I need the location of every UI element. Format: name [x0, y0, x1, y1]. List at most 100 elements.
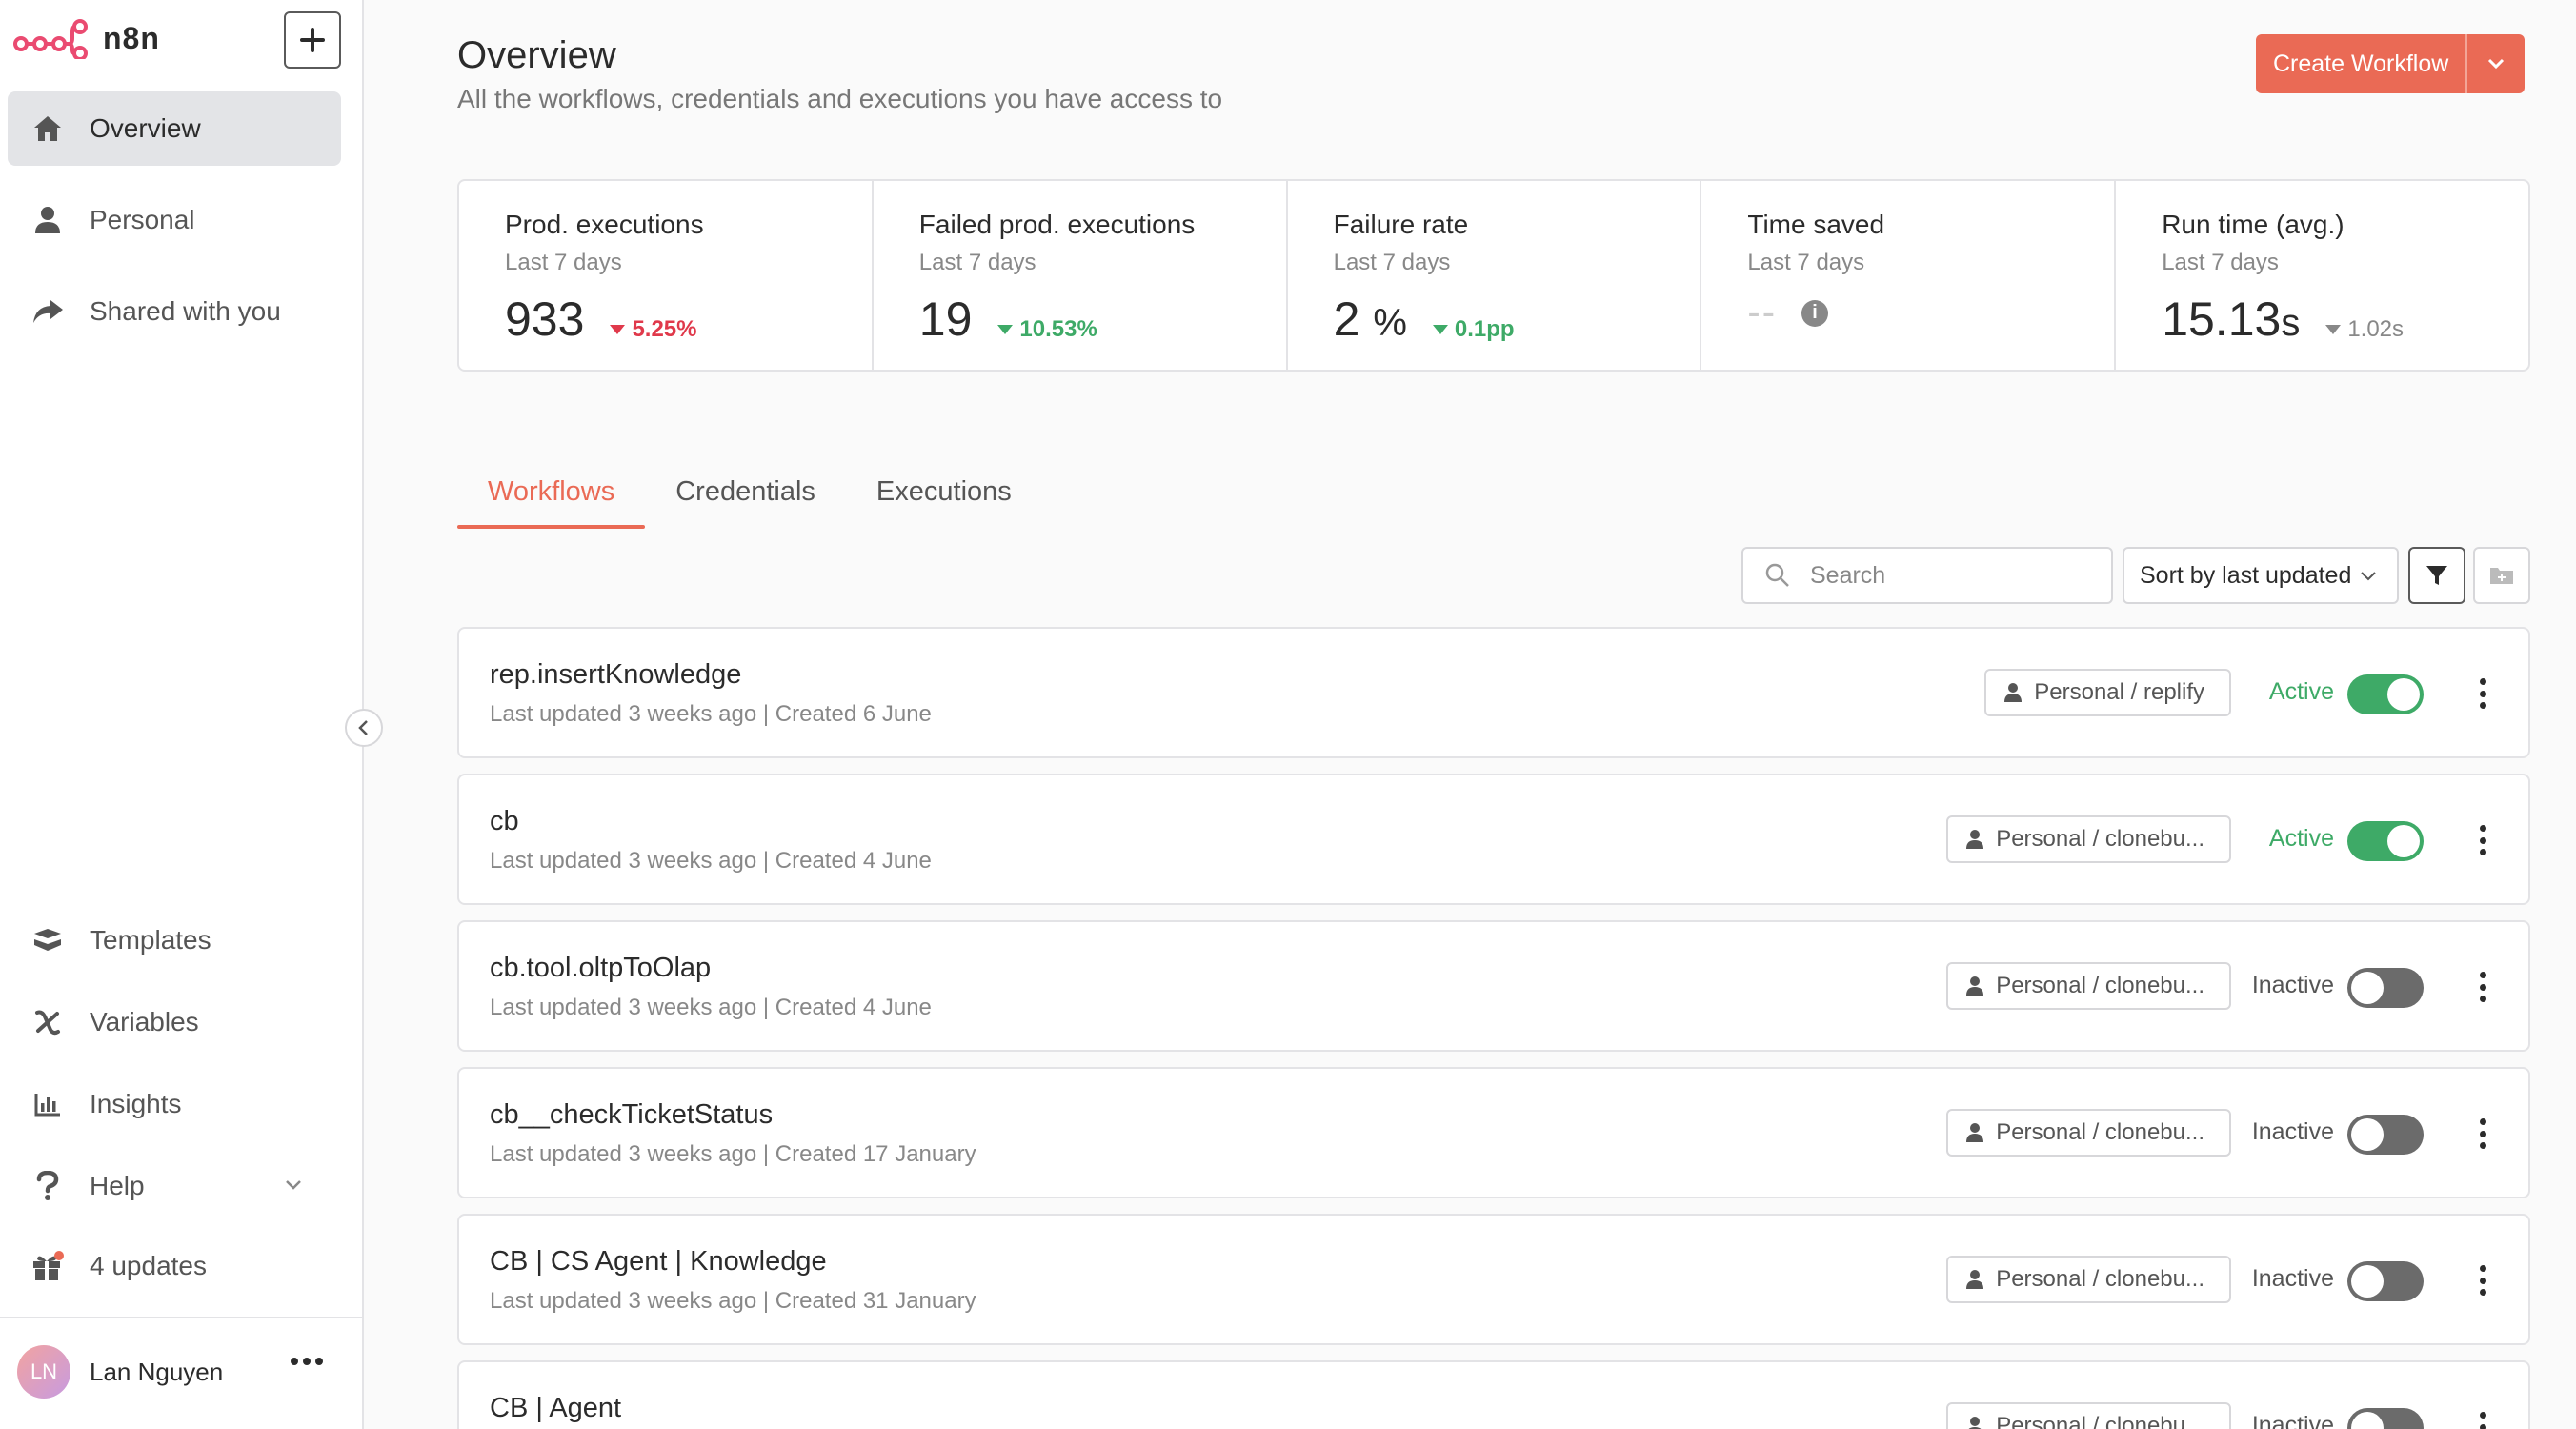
chevron-down-icon [2488, 58, 2505, 70]
variables-icon [29, 1003, 67, 1041]
sidebar-item-label: Templates [90, 925, 211, 955]
more-vertical-icon[interactable] [2473, 676, 2492, 711]
sidebar-item-variables[interactable]: Variables [8, 993, 341, 1052]
gift-icon [29, 1247, 67, 1285]
workflow-card[interactable]: cb Last updated 3 weeks ago | Created 4 J… [457, 774, 2530, 905]
active-toggle[interactable] [2347, 1115, 2424, 1155]
more-horizontal-icon[interactable] [290, 1357, 324, 1366]
user-name: Lan Nguyen [90, 1357, 224, 1386]
workflow-name[interactable]: cb.tool.oltpToOlap [490, 953, 711, 984]
sidebar-item-label: 4 updates [90, 1251, 207, 1280]
stat-title: Run time (avg.) [2162, 210, 2345, 239]
help-icon [29, 1167, 67, 1205]
workflow-card[interactable]: CB | Agent Personal / clonebu... Inactive [457, 1360, 2530, 1429]
triangle-down-icon [1432, 325, 1448, 334]
stat-delta: 5.25% [609, 316, 697, 343]
sidebar-item-updates[interactable]: 4 updates [8, 1237, 341, 1296]
more-vertical-icon[interactable] [2473, 1410, 2492, 1429]
stat-value: 19 [918, 292, 973, 346]
create-workflow-button[interactable]: Create Workflow [2256, 34, 2468, 93]
workflow-card[interactable]: cb.tool.oltpToOlap Last updated 3 weeks a… [457, 920, 2530, 1052]
search-input[interactable] [1810, 561, 2096, 590]
create-workflow-button-group: Create Workflow [2256, 34, 2526, 93]
search-icon [1765, 563, 1789, 587]
create-dropdown-button[interactable] [2467, 34, 2525, 93]
workflow-card[interactable]: CB | CS Agent | Knowledge Last updated 3 … [457, 1214, 2530, 1345]
stat-title: Prod. executions [505, 210, 704, 239]
sidebar-item-help[interactable]: Help [8, 1157, 341, 1216]
active-toggle[interactable] [2347, 674, 2424, 714]
workflow-name[interactable]: rep.insertKnowledge [490, 659, 741, 691]
sort-label: Sort by last updated [2140, 561, 2352, 589]
workflow-meta: Last updated 3 weeks ago | Created 4 Jun… [490, 995, 932, 1020]
sidebar-item-label: Shared with you [90, 296, 281, 326]
owner-label: Personal / clonebu... [1996, 973, 2204, 998]
stat-delta-value: 0.1pp [1454, 316, 1515, 342]
tab-executions[interactable]: Executions [846, 467, 1042, 529]
sidebar-item-personal[interactable]: Personal [8, 183, 341, 257]
stat-value-wrap: 2 % [1334, 292, 1407, 347]
sort-select[interactable]: Sort by last updated [2123, 547, 2399, 604]
stat-value-wrap: 15.13s [2162, 292, 2300, 347]
more-vertical-icon[interactable] [2473, 1263, 2492, 1298]
status-label: Inactive [2251, 1265, 2334, 1292]
workflow-name[interactable]: cb__checkTicketStatus [490, 1099, 773, 1131]
active-toggle[interactable] [2347, 1408, 2424, 1429]
home-icon [29, 110, 67, 148]
toggle-knob [2387, 825, 2420, 857]
stat-delta: 1.02s [2324, 316, 2404, 343]
workflow-card[interactable]: cb__checkTicketStatus Last updated 3 week… [457, 1067, 2530, 1198]
owner-label: Personal / replify [2034, 679, 2204, 705]
sidebar-item-insights[interactable]: Insights [8, 1075, 341, 1134]
workflow-name[interactable]: CB | CS Agent | Knowledge [490, 1246, 827, 1278]
workflow-name[interactable]: CB | Agent [490, 1393, 621, 1424]
chevron-left-icon [358, 720, 368, 735]
status-label: Inactive [2251, 1412, 2334, 1429]
owner-badge[interactable]: Personal / clonebu... [1946, 1402, 2231, 1429]
owner-badge[interactable]: Personal / replify [1984, 669, 2231, 716]
stat-period: Last 7 days [918, 250, 1036, 275]
app-logo[interactable]: n8n [13, 17, 160, 59]
collapse-sidebar-button[interactable] [345, 709, 383, 747]
owner-badge[interactable]: Personal / clonebu... [1946, 1109, 2231, 1157]
owner-badge[interactable]: Personal / clonebu... [1946, 1256, 2231, 1303]
more-vertical-icon[interactable] [2473, 823, 2492, 857]
triangle-down-icon [610, 325, 626, 334]
filter-button[interactable] [2408, 547, 2465, 604]
status-label: Inactive [2251, 1118, 2334, 1145]
new-folder-button[interactable] [2473, 547, 2530, 604]
sidebar-item-shared[interactable]: Shared with you [8, 274, 341, 349]
workflow-name[interactable]: cb [490, 806, 519, 837]
sidebar-item-overview[interactable]: Overview [8, 91, 341, 166]
stat-failure-rate: Failure rate Last 7 days 2 % 0.1pp [1288, 181, 1702, 370]
app-name: n8n [103, 20, 160, 55]
active-toggle[interactable] [2347, 821, 2424, 861]
workflow-meta: Last updated 3 weeks ago | Created 17 Ja… [490, 1141, 976, 1167]
page-title: Overview [457, 34, 616, 76]
more-vertical-icon[interactable] [2473, 970, 2492, 1004]
status-label: Inactive [2251, 972, 2334, 998]
tab-credentials[interactable]: Credentials [645, 467, 846, 529]
info-icon[interactable]: i [1801, 299, 1829, 327]
sidebar-item-templates[interactable]: Templates [8, 911, 341, 970]
user-icon [2004, 683, 2023, 702]
status-label: Active [2268, 825, 2334, 852]
stat-unit: s [2281, 302, 2301, 344]
tab-workflows[interactable]: Workflows [457, 467, 646, 529]
toggle-knob [2387, 678, 2420, 711]
insights-icon [29, 1085, 67, 1123]
active-toggle[interactable] [2347, 1261, 2424, 1301]
owner-badge[interactable]: Personal / clonebu... [1946, 815, 2231, 863]
workflow-card[interactable]: rep.insertKnowledge Last updated 3 weeks … [457, 627, 2530, 758]
owner-badge[interactable]: Personal / clonebu... [1946, 962, 2231, 1010]
stat-unit: % [1373, 302, 1407, 344]
new-item-button[interactable] [284, 11, 341, 69]
stat-delta-value: 10.53% [1019, 316, 1097, 342]
active-toggle[interactable] [2347, 968, 2424, 1008]
sidebar-item-label: Personal [90, 205, 195, 234]
owner-label: Personal / clonebu... [1996, 1119, 2204, 1145]
user-menu[interactable]: LN Lan Nguyen [17, 1345, 223, 1399]
stat-delta-value: 5.25% [632, 316, 697, 342]
more-vertical-icon[interactable] [2473, 1117, 2492, 1151]
stat-title: Failed prod. executions [918, 210, 1196, 239]
